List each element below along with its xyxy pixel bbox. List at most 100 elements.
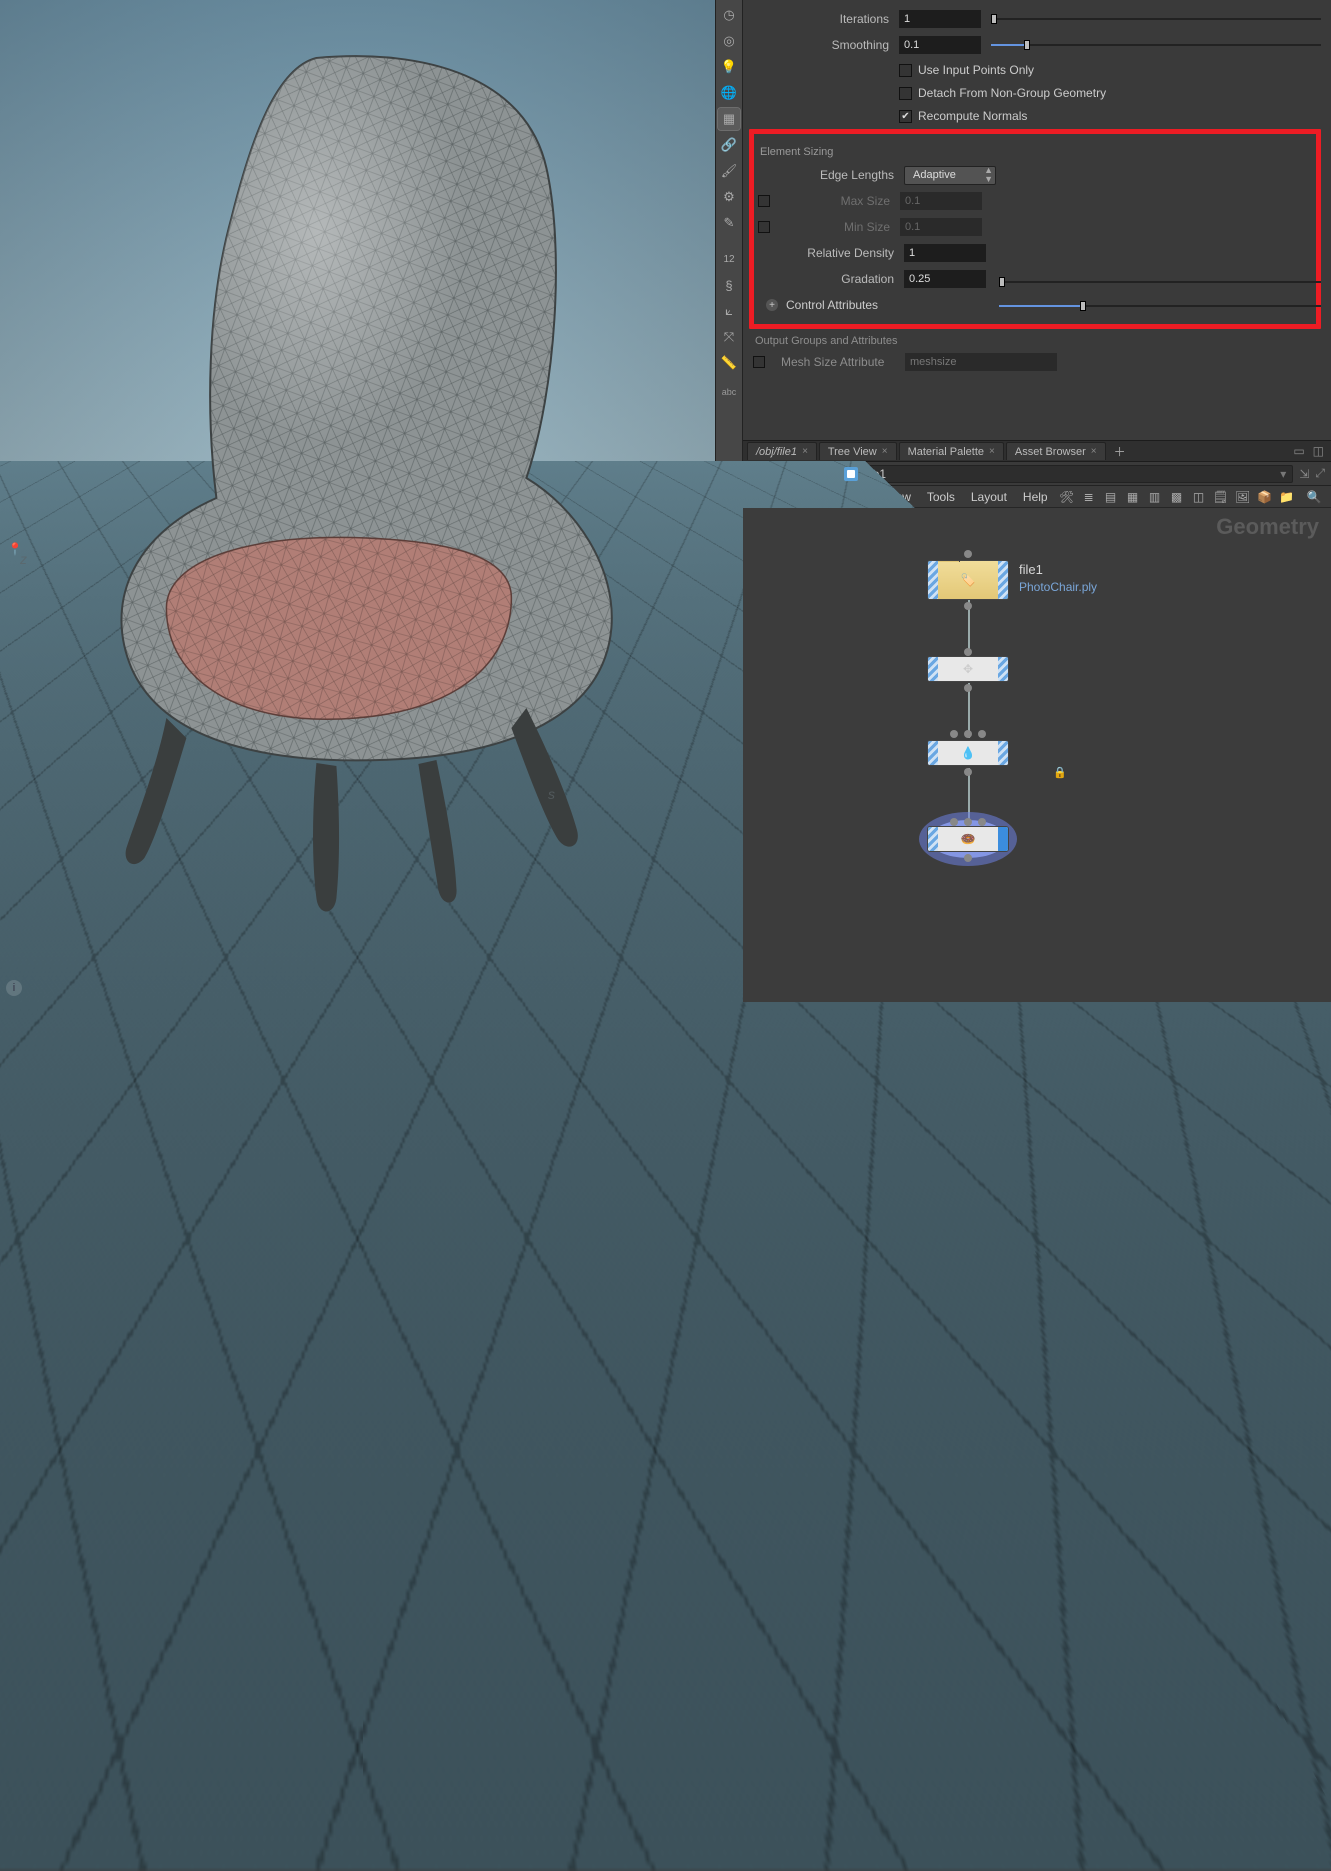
list-icon[interactable]: ≣ bbox=[1080, 488, 1098, 506]
menu-tools[interactable]: Tools bbox=[921, 490, 961, 504]
checkbox-icon[interactable] bbox=[899, 64, 912, 77]
node-pin[interactable] bbox=[964, 648, 972, 656]
viewport-pin-icon[interactable]: 📍 bbox=[6, 540, 24, 558]
node-pin[interactable] bbox=[964, 730, 972, 738]
edge-lengths-combo[interactable]: Adaptive ▲▼ bbox=[904, 166, 996, 185]
expand-icon[interactable]: ⤢ bbox=[1315, 466, 1325, 481]
grid2-icon[interactable]: ▦ bbox=[1124, 488, 1142, 506]
param-input-points[interactable]: Use Input Points Only bbox=[753, 60, 1321, 80]
checkbox-icon[interactable] bbox=[753, 356, 765, 368]
node-pin[interactable] bbox=[978, 730, 986, 738]
rel-density-input[interactable] bbox=[904, 244, 986, 262]
network-canvas[interactable]: Geometry 🏷️ file1 PhotoChair.ply ✥ trans… bbox=[743, 508, 1331, 1002]
max-size-input bbox=[900, 192, 982, 210]
wrench-icon[interactable]: 🛠 bbox=[1058, 488, 1076, 506]
checkbox-icon[interactable] bbox=[899, 87, 912, 100]
node-pin[interactable] bbox=[964, 602, 972, 610]
node-pin[interactable] bbox=[964, 818, 972, 826]
shelf-transform-icon[interactable]: ⤧ bbox=[718, 326, 740, 348]
gradation-label: Gradation bbox=[758, 272, 904, 286]
smoothing-input[interactable] bbox=[899, 36, 981, 54]
checkbox-icon[interactable]: ✔ bbox=[899, 110, 912, 123]
pin-icon[interactable]: ⇲ bbox=[1299, 467, 1309, 481]
image-icon[interactable]: 🖼 bbox=[1234, 488, 1252, 506]
iterations-slider[interactable] bbox=[991, 12, 1321, 26]
param-edge-lengths: Edge Lengths Adaptive ▲▼ bbox=[758, 164, 1312, 186]
note-icon[interactable]: 🗒 bbox=[1212, 488, 1230, 506]
shelf-target-icon[interactable]: ◎ bbox=[718, 30, 740, 52]
shelf-earth-icon[interactable]: 🌐 bbox=[718, 82, 740, 104]
split-icon[interactable]: ◫ bbox=[1310, 444, 1327, 458]
grid3-icon[interactable]: ▥ bbox=[1146, 488, 1164, 506]
shelf-clock-icon[interactable]: ◷ bbox=[718, 4, 740, 26]
columns-icon[interactable]: ◫ bbox=[1190, 488, 1208, 506]
node-pin[interactable] bbox=[950, 818, 958, 826]
tab-tree-view[interactable]: Tree View × bbox=[819, 442, 897, 460]
close-icon[interactable]: × bbox=[802, 446, 808, 457]
search-icon[interactable]: 🔍 bbox=[1305, 488, 1323, 506]
param-iterations: Iterations bbox=[753, 8, 1321, 30]
close-icon[interactable]: × bbox=[989, 446, 995, 457]
maximize-icon[interactable]: ▭ bbox=[1290, 444, 1307, 458]
node-pin[interactable] bbox=[964, 684, 972, 692]
param-max-size: Max Size bbox=[758, 190, 1312, 212]
shelf-ruler-icon[interactable]: 📏 bbox=[718, 352, 740, 374]
grid1-icon[interactable]: ▤ bbox=[1102, 488, 1120, 506]
shelf-brush-icon[interactable]: 🖌 bbox=[718, 160, 740, 182]
box-icon[interactable]: 📦 bbox=[1256, 488, 1274, 506]
grid4-icon[interactable]: ▩ bbox=[1168, 488, 1186, 506]
node-file1[interactable]: 🏷️ bbox=[927, 560, 1009, 600]
node-pin[interactable] bbox=[964, 550, 972, 558]
menu-layout[interactable]: Layout bbox=[965, 490, 1013, 504]
expand-icon[interactable]: + bbox=[766, 299, 778, 311]
checkbox-icon[interactable] bbox=[758, 195, 770, 207]
canvas-hint: Geometry bbox=[1216, 514, 1319, 540]
tab-label: Asset Browser bbox=[1015, 446, 1086, 458]
chair-mesh bbox=[56, 48, 636, 948]
shelf-bulb-icon[interactable]: 💡 bbox=[718, 56, 740, 78]
smoothing-label: Smoothing bbox=[753, 38, 899, 52]
add-tab-icon[interactable]: ＋ bbox=[1108, 443, 1132, 460]
smoothing-slider[interactable] bbox=[991, 38, 1321, 52]
menu-help[interactable]: Help bbox=[1017, 490, 1054, 504]
mesh-size-input bbox=[905, 353, 1057, 371]
droplet-icon: 💧 bbox=[961, 746, 976, 760]
lock-icon: 🔒 bbox=[1053, 766, 1067, 779]
file-icon: 🏷️ bbox=[961, 573, 976, 587]
node-pin[interactable] bbox=[964, 854, 972, 862]
tab-path[interactable]: /obj/file1 × bbox=[747, 442, 817, 460]
close-icon[interactable]: × bbox=[882, 446, 888, 457]
param-relative-density: Relative Density bbox=[758, 242, 1312, 264]
node-particlefluidsurface1[interactable]: 💧 particlefluidsurface1 bbox=[927, 740, 1009, 766]
tab-label: Material Palette bbox=[908, 446, 984, 458]
viewport-info-icon[interactable]: i bbox=[6, 980, 22, 996]
gradation-input[interactable] bbox=[904, 270, 986, 288]
checkbox-icon[interactable] bbox=[758, 221, 770, 233]
node-pin[interactable] bbox=[950, 730, 958, 738]
shelf-pen-icon[interactable]: ✎ bbox=[718, 212, 740, 234]
shelf-spring-icon[interactable]: § bbox=[718, 274, 740, 296]
control-attrs-label: Control Attributes bbox=[786, 298, 878, 312]
dropdown-icon[interactable]: ▾ bbox=[1280, 467, 1286, 481]
tab-asset-browser[interactable]: Asset Browser × bbox=[1006, 442, 1106, 460]
node-remesh2[interactable]: 🍩 remesh2 bbox=[927, 826, 1009, 852]
viewport-3d[interactable]: z s 📍 i bbox=[0, 0, 715, 1002]
close-icon[interactable]: × bbox=[1091, 446, 1097, 457]
shelf-gear-icon[interactable]: ⚙ bbox=[718, 186, 740, 208]
param-detach[interactable]: Detach From Non-Group Geometry bbox=[753, 83, 1321, 103]
node-transform1[interactable]: ✥ transform1 bbox=[927, 656, 1009, 682]
updown-icon: ▲▼ bbox=[984, 166, 993, 184]
shelf-num-icon[interactable]: 12 bbox=[718, 248, 740, 270]
shelf-angle-icon[interactable]: ⟀ bbox=[718, 300, 740, 322]
node-pin[interactable] bbox=[964, 768, 972, 776]
shelf-abc-icon[interactable]: abc bbox=[722, 388, 737, 397]
folder-icon[interactable]: 📁 bbox=[1278, 488, 1296, 506]
node-pin[interactable] bbox=[978, 818, 986, 826]
iterations-input[interactable] bbox=[899, 10, 981, 28]
iterations-label: Iterations bbox=[753, 12, 899, 26]
tab-material-palette[interactable]: Material Palette × bbox=[899, 442, 1004, 460]
param-recompute-normals[interactable]: ✔ Recompute Normals bbox=[753, 106, 1321, 126]
mesh-size-label: Mesh Size Attribute bbox=[773, 355, 905, 369]
shelf-cube-icon[interactable]: ▦ bbox=[718, 108, 740, 130]
shelf-link-icon[interactable]: 🔗 bbox=[718, 134, 740, 156]
